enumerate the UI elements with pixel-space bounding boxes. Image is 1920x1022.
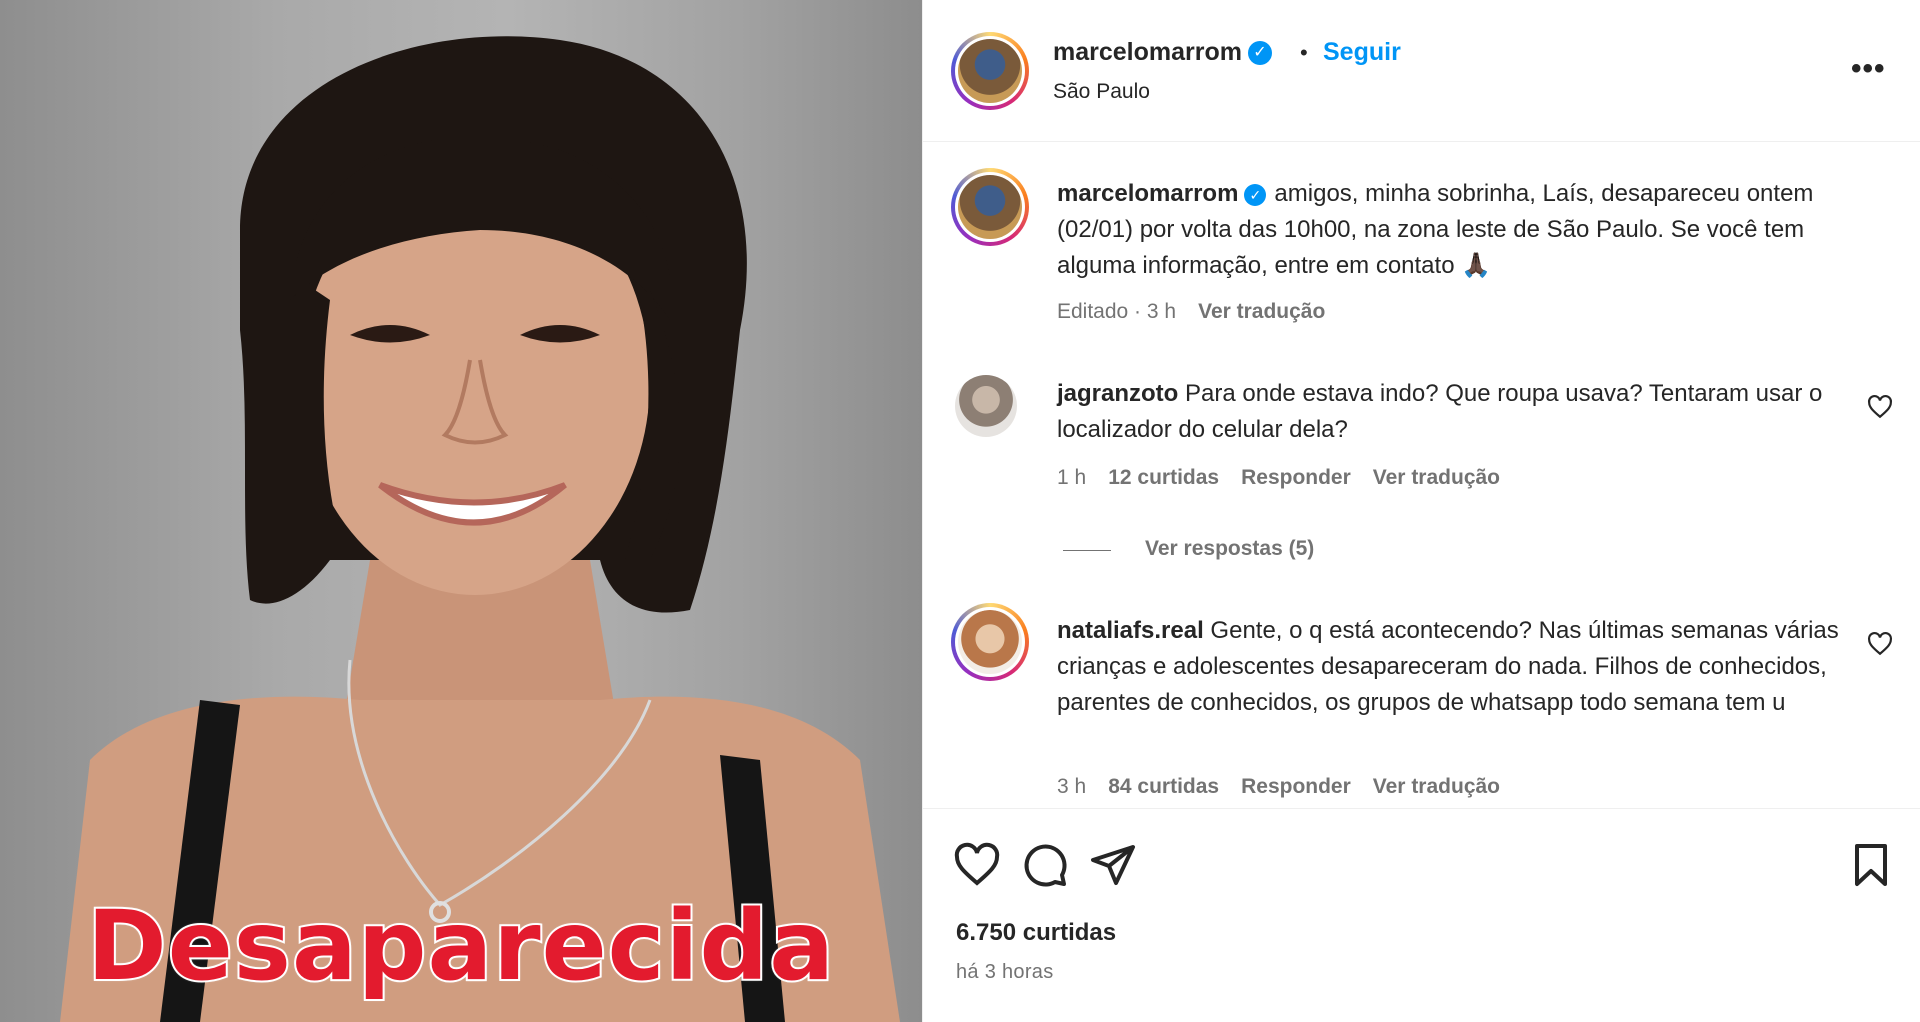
comment-avatar[interactable] (951, 603, 1029, 681)
verified-badge-icon: ✓ (1247, 41, 1272, 66)
view-replies-button[interactable]: Ver respostas (5) (1145, 537, 1314, 561)
author-avatar[interactable] (951, 32, 1029, 110)
comment-time: 1 h (1057, 466, 1087, 489)
comments-section[interactable]: marcelomarrom ✓ amigos, minha sobrinha, La… (923, 143, 1920, 808)
comment-meta: 3 h 84 curtidas Responder Ver tradução (1057, 775, 1522, 799)
caption-author-avatar[interactable] (951, 168, 1029, 246)
comment-translate-link[interactable]: Ver tradução (1373, 466, 1500, 489)
caption-translate-link[interactable]: Ver tradução (1198, 300, 1325, 323)
comment-like-heart-icon[interactable] (1867, 631, 1893, 657)
caption-edited: Editado · 3 h (1057, 300, 1177, 323)
comment-reply-button[interactable]: Responder (1241, 775, 1351, 798)
comment-bubble-icon[interactable] (1021, 841, 1069, 889)
bookmark-icon[interactable] (1847, 841, 1895, 889)
post-detail-panel: marcelomarrom ✓ • Seguir São Paulo ••• ma… (922, 0, 1920, 1022)
follow-button[interactable]: Seguir (1323, 38, 1401, 67)
comment-meta: 1 h 12 curtidas Responder Ver tradução (1057, 466, 1522, 490)
portrait-illustration (60, 36, 900, 1022)
comment-avatar[interactable] (955, 375, 1017, 437)
verified-badge-icon: ✓ (1244, 183, 1267, 206)
caption-username[interactable]: marcelomarrom (1057, 180, 1238, 207)
heart-icon[interactable] (953, 841, 1001, 889)
replies-divider (1063, 550, 1111, 551)
caption-meta: Editado · 3 h Ver tradução (1057, 300, 1347, 324)
post-timestamp[interactable]: há 3 horas (956, 961, 1054, 984)
comment-likes[interactable]: 12 curtidas (1108, 466, 1219, 489)
post-actions: 6.750 curtidas há 3 horas (923, 808, 1920, 1022)
post-header: marcelomarrom ✓ • Seguir São Paulo ••• (923, 0, 1920, 142)
post-location[interactable]: São Paulo (1053, 80, 1150, 104)
post-caption: marcelomarrom ✓ amigos, minha sobrinha, La… (1057, 176, 1877, 284)
more-options-icon[interactable]: ••• (1851, 52, 1886, 86)
comment-like-heart-icon[interactable] (1867, 394, 1893, 420)
paper-plane-icon[interactable] (1089, 841, 1137, 889)
post-media[interactable]: Desaparecida (0, 0, 922, 1022)
comment-username[interactable]: jagranzoto (1057, 380, 1178, 407)
author-username[interactable]: marcelomarrom ✓ (1053, 38, 1272, 67)
separator-dot: • (1300, 40, 1308, 65)
comment-translate-link[interactable]: Ver tradução (1373, 775, 1500, 798)
comment-reply-button[interactable]: Responder (1241, 466, 1351, 489)
overlay-caption: Desaparecida (85, 888, 836, 1004)
comment-username[interactable]: nataliafs.real (1057, 617, 1204, 644)
comment-text: nataliafs.real Gente, o q está acontecen… (1057, 613, 1857, 721)
comment-time: 3 h (1057, 775, 1087, 798)
likes-count[interactable]: 6.750 curtidas (956, 919, 1116, 947)
comment-likes[interactable]: 84 curtidas (1108, 775, 1219, 798)
comment-text: jagranzoto Para onde estava indo? Que ro… (1057, 376, 1857, 448)
author-username-text[interactable]: marcelomarrom (1053, 38, 1242, 66)
